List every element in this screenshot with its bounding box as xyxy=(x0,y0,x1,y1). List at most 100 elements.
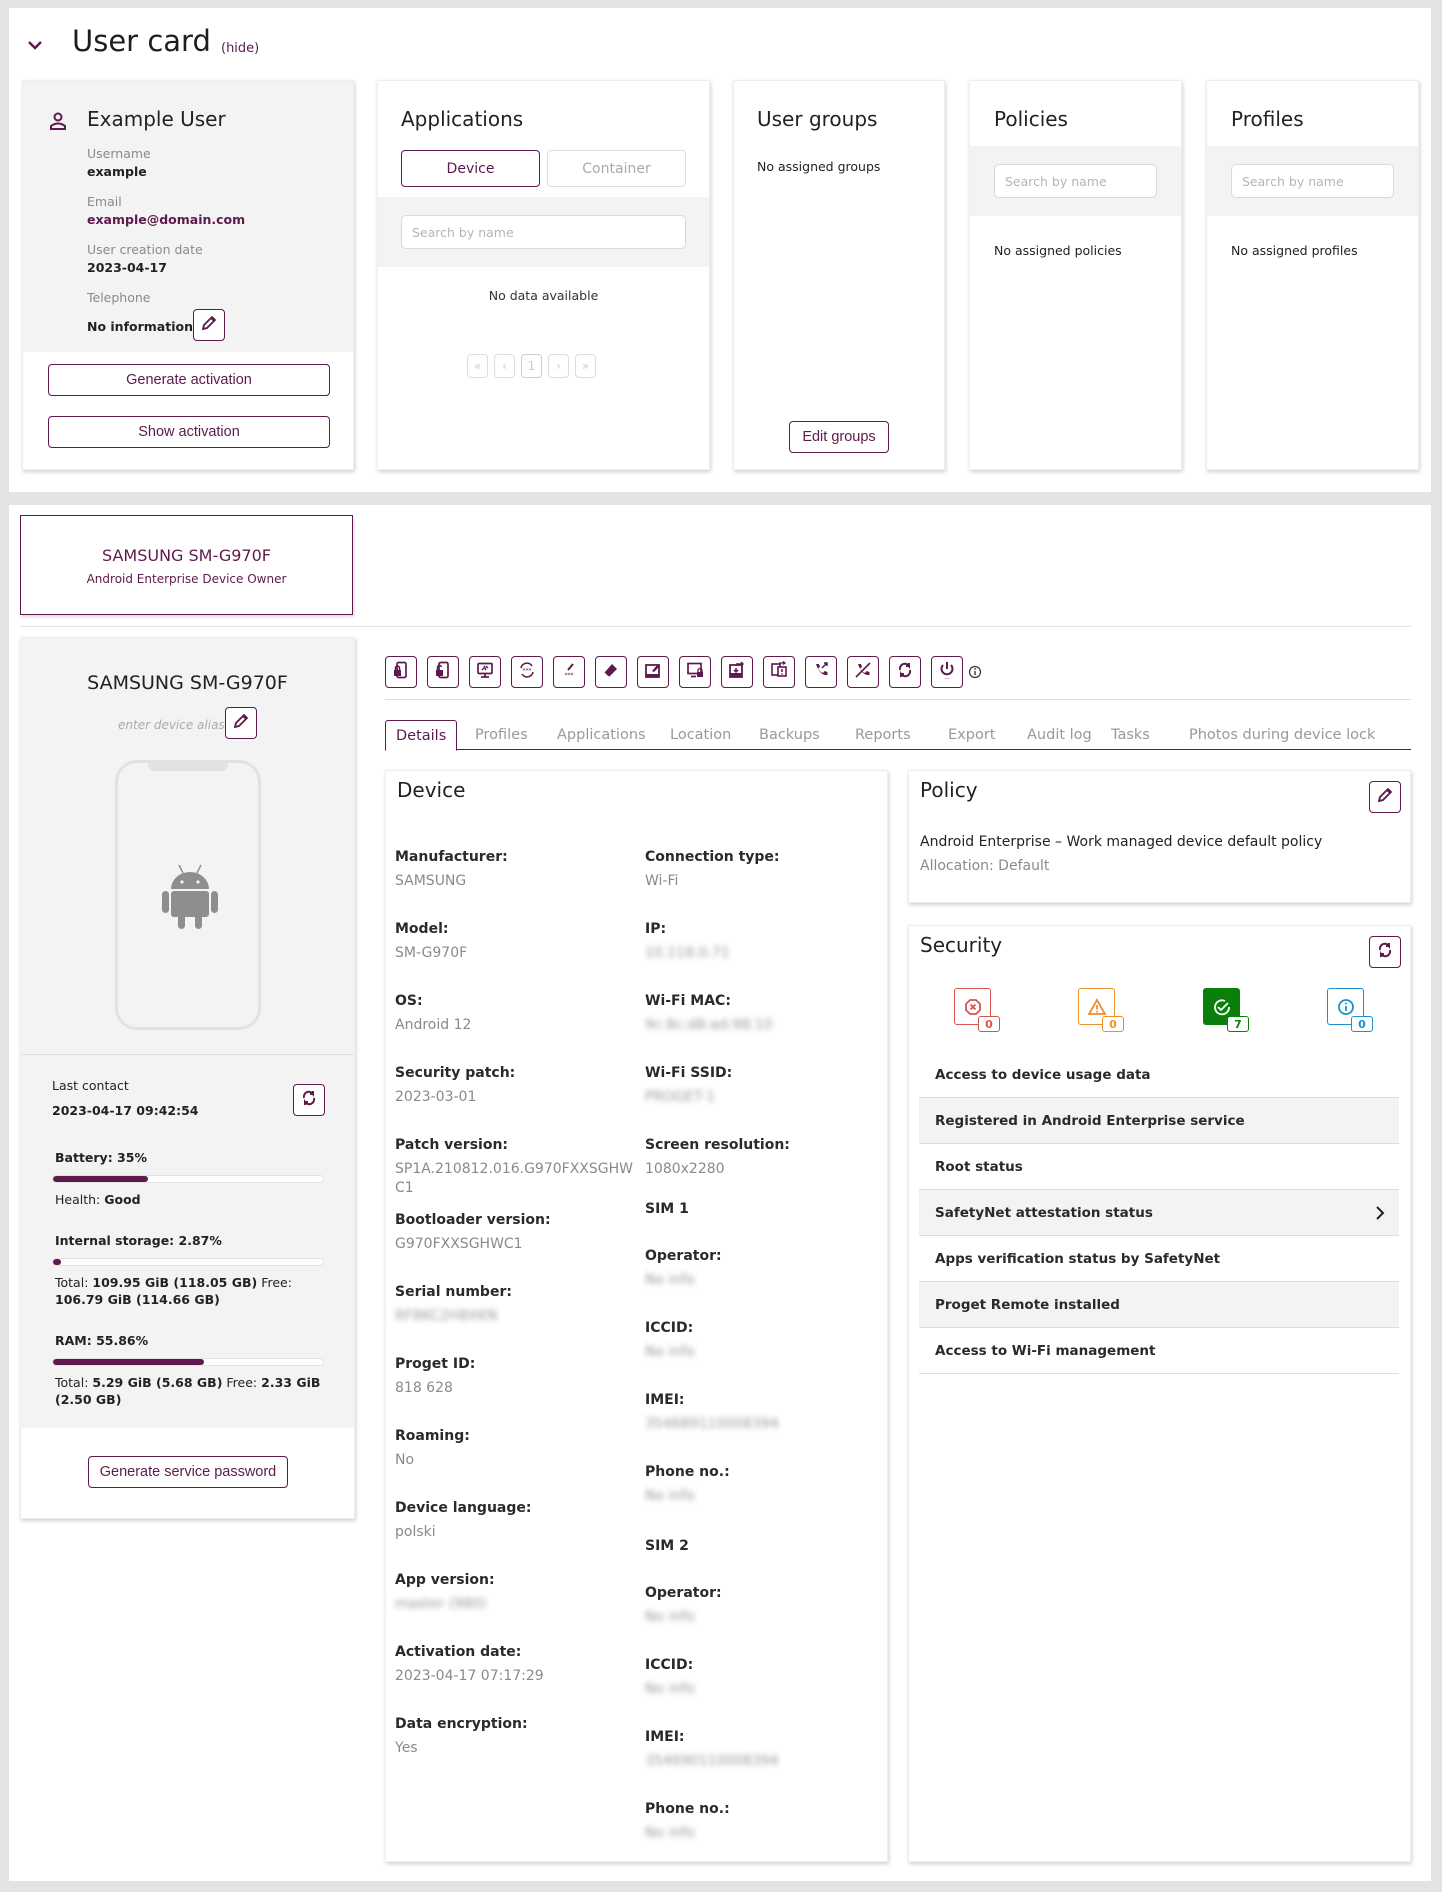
field-value: 818 628 xyxy=(395,1380,453,1396)
sim1-heading: SIM 1 xyxy=(645,1201,689,1217)
user-groups-empty: No assigned groups xyxy=(757,159,881,174)
security-item[interactable]: Access to Wi-Fi management xyxy=(919,1328,1399,1374)
tab-container[interactable]: Container xyxy=(547,150,686,187)
page-title: User card xyxy=(72,24,211,58)
field-value: SP1A.210812.016.G970FXXSGHWC1 xyxy=(395,1161,633,1196)
refresh-contact-button[interactable] xyxy=(293,1084,325,1116)
reset-password-button[interactable]: *** xyxy=(511,656,543,688)
lock-device-button[interactable] xyxy=(385,656,417,688)
wipe-button[interactable] xyxy=(595,656,627,688)
policies-empty: No assigned policies xyxy=(994,243,1122,258)
policy-title: Policy xyxy=(920,778,978,802)
power-button[interactable]: ... xyxy=(931,656,963,688)
edit-alias-button[interactable] xyxy=(225,707,257,739)
profiles-search-input[interactable] xyxy=(1231,164,1394,198)
field-value: G970FXXSGHWC1 xyxy=(395,1236,523,1252)
generate-activation-button[interactable]: Generate activation xyxy=(48,364,330,396)
security-item[interactable]: Registered in Android Enterprise service xyxy=(919,1098,1399,1144)
security-item[interactable]: Proget Remote installed xyxy=(919,1282,1399,1328)
block-calls-button[interactable] xyxy=(847,656,879,688)
field-label: ICCID: xyxy=(645,1657,694,1673)
applications-search-input[interactable] xyxy=(401,215,686,249)
tab-location[interactable]: Location xyxy=(670,720,731,750)
edit-groups-button[interactable]: Edit groups xyxy=(789,421,889,453)
security-item[interactable]: Root status xyxy=(919,1144,1399,1190)
profiles-title: Profiles xyxy=(1231,107,1304,131)
security-counter-success[interactable]: 7 xyxy=(1203,988,1249,1034)
remote-screen-button[interactable] xyxy=(469,656,501,688)
security-item[interactable]: SafetyNet attestation status xyxy=(919,1190,1399,1236)
tab-audit-log[interactable]: Audit log xyxy=(1027,720,1092,750)
storage-label: Internal storage: 2.87% xyxy=(55,1233,222,1248)
svg-text:***: *** xyxy=(523,668,532,675)
set-password-button[interactable]: *** xyxy=(553,656,585,688)
field-label: Data encryption: xyxy=(395,1716,528,1732)
collapse-chevron-icon[interactable] xyxy=(27,36,43,55)
info-icon[interactable] xyxy=(968,664,982,683)
device-tabs: Details Profiles Applications Location Backu… xyxy=(385,720,1411,751)
unlock-device-button[interactable] xyxy=(427,656,459,688)
tab-details[interactable]: Details xyxy=(385,720,458,751)
unlock-device-icon xyxy=(434,661,452,683)
field-value: 354690110008394 xyxy=(645,1753,779,1769)
field-value: No info xyxy=(645,1272,695,1288)
refresh-security-button[interactable] xyxy=(1369,936,1401,968)
device-actions-toolbar: *** ***... xyxy=(385,655,963,689)
tab-export[interactable]: Export xyxy=(948,720,995,750)
pagination-last[interactable]: » xyxy=(575,354,596,378)
policies-search-input[interactable] xyxy=(994,164,1157,198)
device-alias-input[interactable]: enter device alias xyxy=(118,718,225,732)
hide-link[interactable]: (hide) xyxy=(221,41,259,56)
applications-empty: No data available xyxy=(488,288,599,303)
pagination-next[interactable]: › xyxy=(548,354,569,378)
tab-device[interactable]: Device xyxy=(401,150,540,187)
device-tile[interactable]: SAMSUNG SM-G970F Android Enterprise Devi… xyxy=(20,515,353,615)
security-item-label: Access to device usage data xyxy=(935,1066,1151,1083)
warning-count: 0 xyxy=(1102,1016,1124,1032)
edit-telephone-button[interactable] xyxy=(193,309,225,341)
security-counter-info[interactable]: 0 xyxy=(1327,988,1373,1034)
tab-reports[interactable]: Reports xyxy=(855,720,911,750)
transfer-file-button[interactable] xyxy=(721,656,753,688)
field-label: Phone no.: xyxy=(645,1801,730,1817)
applications-title: Applications xyxy=(401,107,524,131)
lock-screen-button[interactable] xyxy=(679,656,711,688)
sim2-field-imei: IMEI: 354690110008394 xyxy=(645,1729,885,1771)
success-count: 7 xyxy=(1227,1016,1249,1032)
tab-applications[interactable]: Applications xyxy=(557,720,646,750)
tab-backups[interactable]: Backups xyxy=(759,720,820,750)
pagination-prev[interactable]: ‹ xyxy=(494,354,515,378)
user-name: Example User xyxy=(87,107,226,131)
security-counter-error[interactable]: 0 xyxy=(954,988,1000,1034)
storage-details: Total: 109.95 GiB (118.05 GB) Free: 106.… xyxy=(55,1275,292,1307)
tab-photos-during-device-lock[interactable]: Photos during device lock xyxy=(1189,720,1375,750)
field-value: SM-G970F xyxy=(395,945,468,961)
field-wi-fi-mac: Wi-Fi MAC: 9c:8c:d8:ad:98:10 xyxy=(645,993,885,1035)
pagination-page[interactable]: 1 xyxy=(521,354,542,378)
security-item[interactable]: Access to device usage data xyxy=(919,1052,1399,1098)
show-activation-button[interactable]: Show activation xyxy=(48,416,330,448)
field-label: Phone no.: xyxy=(645,1464,730,1480)
battery-bar xyxy=(52,1175,324,1183)
send-message-button[interactable] xyxy=(637,656,669,688)
battery-bar-fill xyxy=(53,1176,148,1182)
field-patch-version: Patch version: SP1A.210812.016.G970FXXSGH… xyxy=(395,1137,635,1198)
call-button[interactable] xyxy=(805,656,837,688)
pagination: « ‹ 1 › » xyxy=(467,354,596,378)
tab-profiles[interactable]: Profiles xyxy=(475,720,528,750)
lock-screen-icon xyxy=(686,661,704,683)
security-item[interactable]: Apps verification status by SafetyNet xyxy=(919,1236,1399,1282)
push-notification-button[interactable] xyxy=(763,656,795,688)
field-os: OS: Android 12 xyxy=(395,993,635,1035)
field-value: SAMSUNG xyxy=(395,873,467,889)
edit-policy-button[interactable] xyxy=(1369,781,1401,813)
field-label: App version: xyxy=(395,1572,495,1588)
push-notification-icon xyxy=(770,660,788,683)
set-password-icon: *** xyxy=(560,661,578,683)
security-counter-warning[interactable]: 0 xyxy=(1078,988,1124,1034)
pagination-first[interactable]: « xyxy=(467,354,488,378)
tab-tasks[interactable]: Tasks xyxy=(1111,720,1150,750)
transfer-file-icon xyxy=(728,661,746,683)
generate-service-password-button[interactable]: Generate service password xyxy=(88,1456,288,1488)
sync-button[interactable] xyxy=(889,656,921,688)
